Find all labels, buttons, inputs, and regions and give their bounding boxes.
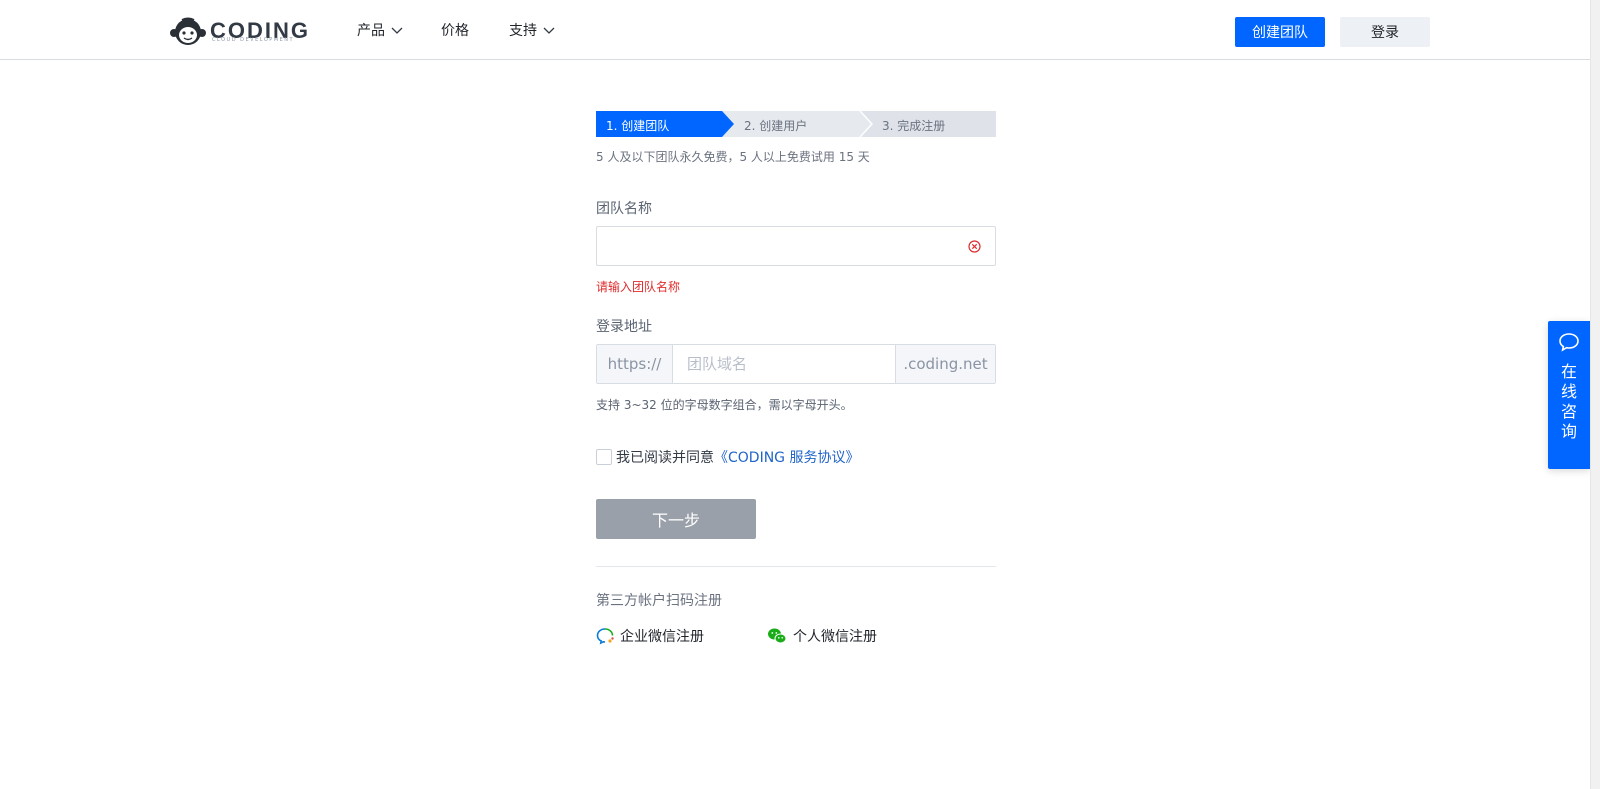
agreement-row: 我已阅读并同意 《CODING 服务协议》 bbox=[596, 447, 859, 467]
step-1-label: 1. 创建团队 bbox=[606, 119, 670, 133]
chevron-down-icon bbox=[543, 27, 555, 34]
wecom-icon bbox=[596, 628, 614, 645]
step-3-label: 3. 完成注册 bbox=[882, 119, 946, 133]
wechat-register-label: 个人微信注册 bbox=[793, 629, 877, 645]
login-address-field: https:// .coding.net bbox=[596, 344, 996, 384]
agreement-text: 我已阅读并同意 bbox=[616, 450, 714, 466]
wechat-icon bbox=[768, 628, 787, 644]
chat-bubble-icon bbox=[1559, 333, 1579, 352]
login-address-hint: 支持 3~32 位的字母数字组合，需以字母开头。 bbox=[596, 398, 853, 412]
agreement-checkbox[interactable] bbox=[596, 449, 612, 465]
service-agreement-link[interactable]: 《CODING 服务协议》 bbox=[714, 447, 859, 467]
chevron-down-icon bbox=[391, 27, 403, 34]
nav-pricing-label: 价格 bbox=[441, 23, 469, 39]
wecom-register-label: 企业微信注册 bbox=[620, 629, 704, 645]
address-suffix: .coding.net bbox=[894, 345, 995, 383]
nav-support[interactable]: 支持 bbox=[509, 20, 556, 40]
divider bbox=[596, 566, 996, 567]
free-plan-hint: 5 人及以下团队永久免费，5 人以上免费试用 15 天 bbox=[596, 150, 870, 164]
nav-pricing[interactable]: 价格 bbox=[441, 20, 469, 40]
login-button[interactable]: 登录 bbox=[1340, 17, 1430, 47]
wechat-register-button[interactable]: 个人微信注册 bbox=[767, 626, 877, 646]
team-name-label: 团队名称 bbox=[596, 201, 652, 217]
wecom-register-button[interactable]: 企业微信注册 bbox=[596, 626, 704, 646]
top-header: CODING CLOUD DEVELOPMENT 产品 价格 支持 创建团队 登… bbox=[0, 0, 1590, 60]
logo-subtext: CLOUD DEVELOPMENT bbox=[212, 37, 295, 43]
step-2-label: 2. 创建用户 bbox=[744, 119, 808, 133]
create-team-button[interactable]: 创建团队 bbox=[1235, 17, 1325, 47]
online-consult-button[interactable]: 在线咨询 bbox=[1548, 321, 1590, 469]
team-name-error: 请输入团队名称 bbox=[596, 280, 681, 294]
team-name-input[interactable] bbox=[596, 226, 996, 266]
login-address-label: 登录地址 bbox=[596, 319, 652, 335]
next-step-button[interactable]: 下一步 bbox=[596, 499, 756, 539]
nav-product-label: 产品 bbox=[357, 23, 385, 39]
third-party-title: 第三方帐户扫码注册 bbox=[596, 593, 722, 609]
online-consult-label: 在线咨询 bbox=[1560, 362, 1577, 441]
team-domain-input[interactable] bbox=[672, 345, 895, 383]
nav-product[interactable]: 产品 bbox=[357, 20, 404, 40]
coding-logo[interactable]: CODING CLOUD DEVELOPMENT bbox=[170, 16, 308, 46]
monkey-logo-icon bbox=[170, 17, 206, 45]
address-prefix: https:// bbox=[597, 345, 673, 383]
clear-error-icon[interactable] bbox=[968, 240, 981, 253]
registration-steps: 1. 创建团队 2. 创建用户 3. 完成注册 bbox=[596, 111, 996, 137]
nav-support-label: 支持 bbox=[509, 23, 537, 39]
page-scrollbar[interactable] bbox=[1590, 0, 1600, 789]
